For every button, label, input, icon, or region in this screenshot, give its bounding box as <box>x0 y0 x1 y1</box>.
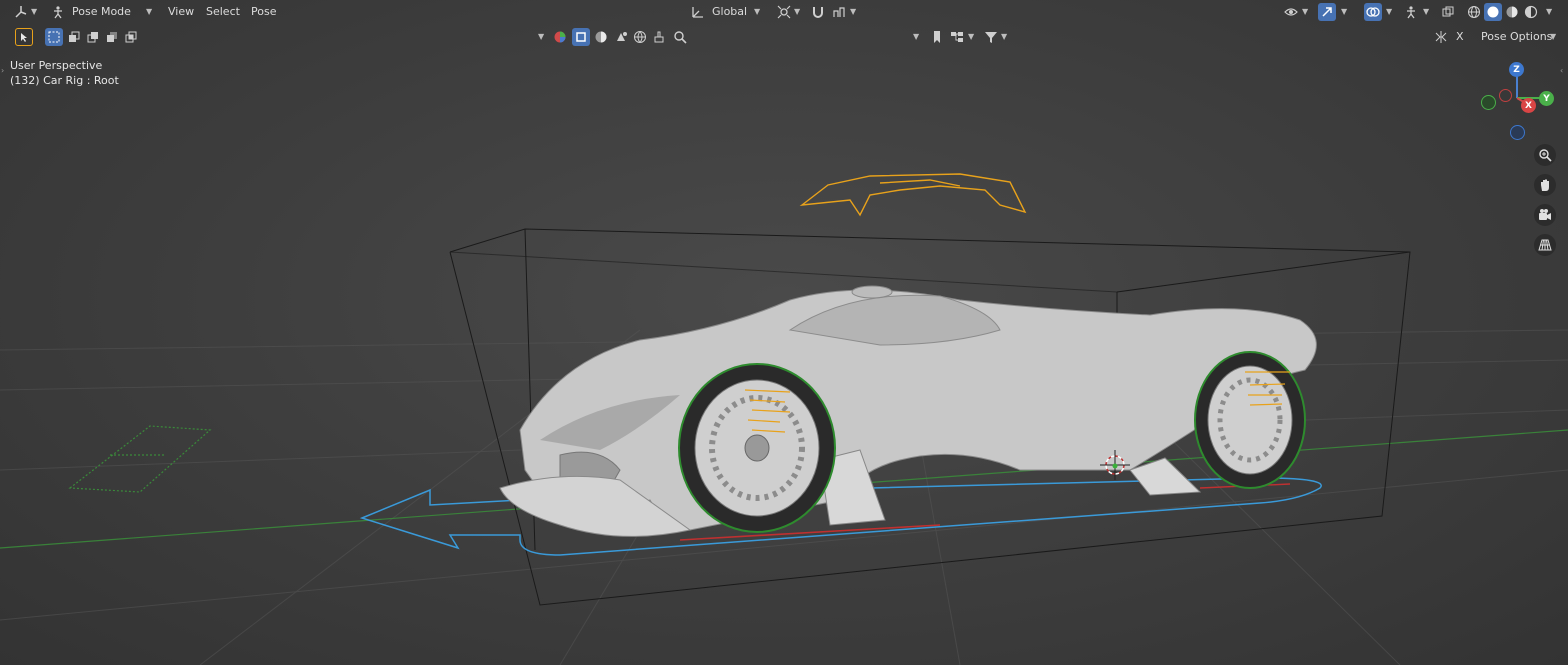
gizmo-neg-z-axis[interactable] <box>1510 125 1525 140</box>
chevron-down-icon[interactable]: ▼ <box>146 7 152 16</box>
transform-orientation-selector[interactable]: Global <box>712 5 747 18</box>
rendered-shading-icon[interactable] <box>1522 3 1540 21</box>
select-box-icon[interactable] <box>15 28 33 46</box>
mirror-icon[interactable] <box>1432 28 1450 46</box>
paint-brush-icon[interactable] <box>650 28 668 46</box>
menu-view[interactable]: View <box>168 5 194 18</box>
chevron-down-icon[interactable]: ▼ <box>538 32 544 41</box>
gizmo-x-axis[interactable]: X <box>1521 98 1536 113</box>
chevron-down-icon[interactable]: ▼ <box>913 32 919 41</box>
gizmo-y-axis[interactable]: Y <box>1539 91 1554 106</box>
3d-viewport[interactable]: ▼ Pose Mode ▼ View Select Pose Global ▼ … <box>0 0 1568 665</box>
solid-shading-icon[interactable] <box>1484 3 1502 21</box>
menu-pose[interactable]: Pose <box>251 5 276 18</box>
hierarchy-icon[interactable] <box>948 28 966 46</box>
chevron-down-icon[interactable]: ▼ <box>968 32 974 41</box>
xray-icon[interactable] <box>1439 3 1457 21</box>
axis-orientation-icon[interactable] <box>689 3 707 21</box>
toolbar-expand-icon[interactable]: › <box>1 66 4 75</box>
gizmo-arrow-icon[interactable] <box>1318 3 1336 21</box>
material-shading-icon[interactable] <box>1503 3 1521 21</box>
object-axes-icon[interactable] <box>12 3 30 21</box>
chevron-down-icon[interactable]: ▼ <box>754 7 760 16</box>
object-info: (132) Car Rig : Root <box>10 74 119 87</box>
filter-icon[interactable] <box>982 28 1000 46</box>
x-mirror-toggle[interactable]: X <box>1456 30 1464 43</box>
wireframe-shading-icon[interactable] <box>1465 3 1483 21</box>
chevron-down-icon[interactable]: ▼ <box>1302 7 1308 16</box>
red-edge <box>679 524 941 541</box>
select-invert-icon[interactable] <box>103 28 121 46</box>
chevron-down-icon[interactable]: ▼ <box>1423 7 1429 16</box>
search-icon[interactable] <box>671 28 689 46</box>
overlays-icon[interactable] <box>1364 3 1382 21</box>
bookmark-icon[interactable] <box>928 28 946 46</box>
select-subtract-icon[interactable] <box>84 28 102 46</box>
magnet-snap-icon[interactable] <box>809 3 827 21</box>
camera-view-icon[interactable] <box>1534 204 1556 226</box>
tool-header: ▼ ▼ ▼ ▼ X Pose Options ▼ <box>0 25 1568 49</box>
viewport-header: ▼ Pose Mode ▼ View Select Pose Global ▼ … <box>0 0 1568 24</box>
chevron-down-icon[interactable]: ▼ <box>1001 32 1007 41</box>
scene-view[interactable] <box>0 0 1568 665</box>
mode-selector[interactable]: Pose Mode <box>72 5 131 18</box>
view-name: User Perspective <box>10 59 103 72</box>
pan-hand-icon[interactable] <box>1534 174 1556 196</box>
viewport-info: User Perspective (132) Car Rig : Root <box>10 58 119 88</box>
perspective-grid-icon[interactable] <box>1534 234 1556 256</box>
pose-options-button[interactable]: Pose Options <box>1481 30 1552 43</box>
texture-icon[interactable] <box>612 28 630 46</box>
pose-mode-icon <box>49 3 67 21</box>
eye-visibility-icon[interactable] <box>1282 3 1300 21</box>
outline-icon[interactable] <box>572 28 590 46</box>
top-control-bone[interactable] <box>799 173 1027 217</box>
gizmo-neg-x-axis[interactable] <box>1499 89 1512 102</box>
armature-icon[interactable] <box>1402 3 1420 21</box>
green-helper-shape <box>68 425 212 493</box>
chevron-down-icon[interactable]: ▼ <box>1550 32 1556 41</box>
color-wheel-icon[interactable] <box>551 28 569 46</box>
chevron-down-icon[interactable]: ▼ <box>794 7 800 16</box>
gizmo-neg-y-axis[interactable] <box>1481 95 1496 110</box>
chevron-down-icon[interactable]: ▼ <box>1341 7 1347 16</box>
select-intersect-icon[interactable] <box>122 28 140 46</box>
select-extend-icon[interactable] <box>65 28 83 46</box>
chevron-down-icon[interactable]: ▼ <box>1546 7 1552 16</box>
car-body[interactable] <box>499 285 1317 537</box>
pivot-point-icon[interactable] <box>775 3 793 21</box>
gizmo-z-axis[interactable]: Z <box>1509 62 1524 77</box>
front-wheel[interactable] <box>678 363 836 533</box>
select-new-icon[interactable] <box>45 28 63 46</box>
solid-circle-icon[interactable] <box>592 28 610 46</box>
menu-select[interactable]: Select <box>206 5 240 18</box>
chevron-down-icon[interactable]: ▼ <box>850 7 856 16</box>
snap-target-icon[interactable] <box>830 3 848 21</box>
chevron-down-icon[interactable]: ▼ <box>1386 7 1392 16</box>
navigation-gizmo[interactable]: Z Y X <box>1476 60 1562 146</box>
world-icon[interactable] <box>631 28 649 46</box>
zoom-magnifier-icon[interactable] <box>1534 144 1556 166</box>
chevron-down-icon[interactable]: ▼ <box>31 7 37 16</box>
